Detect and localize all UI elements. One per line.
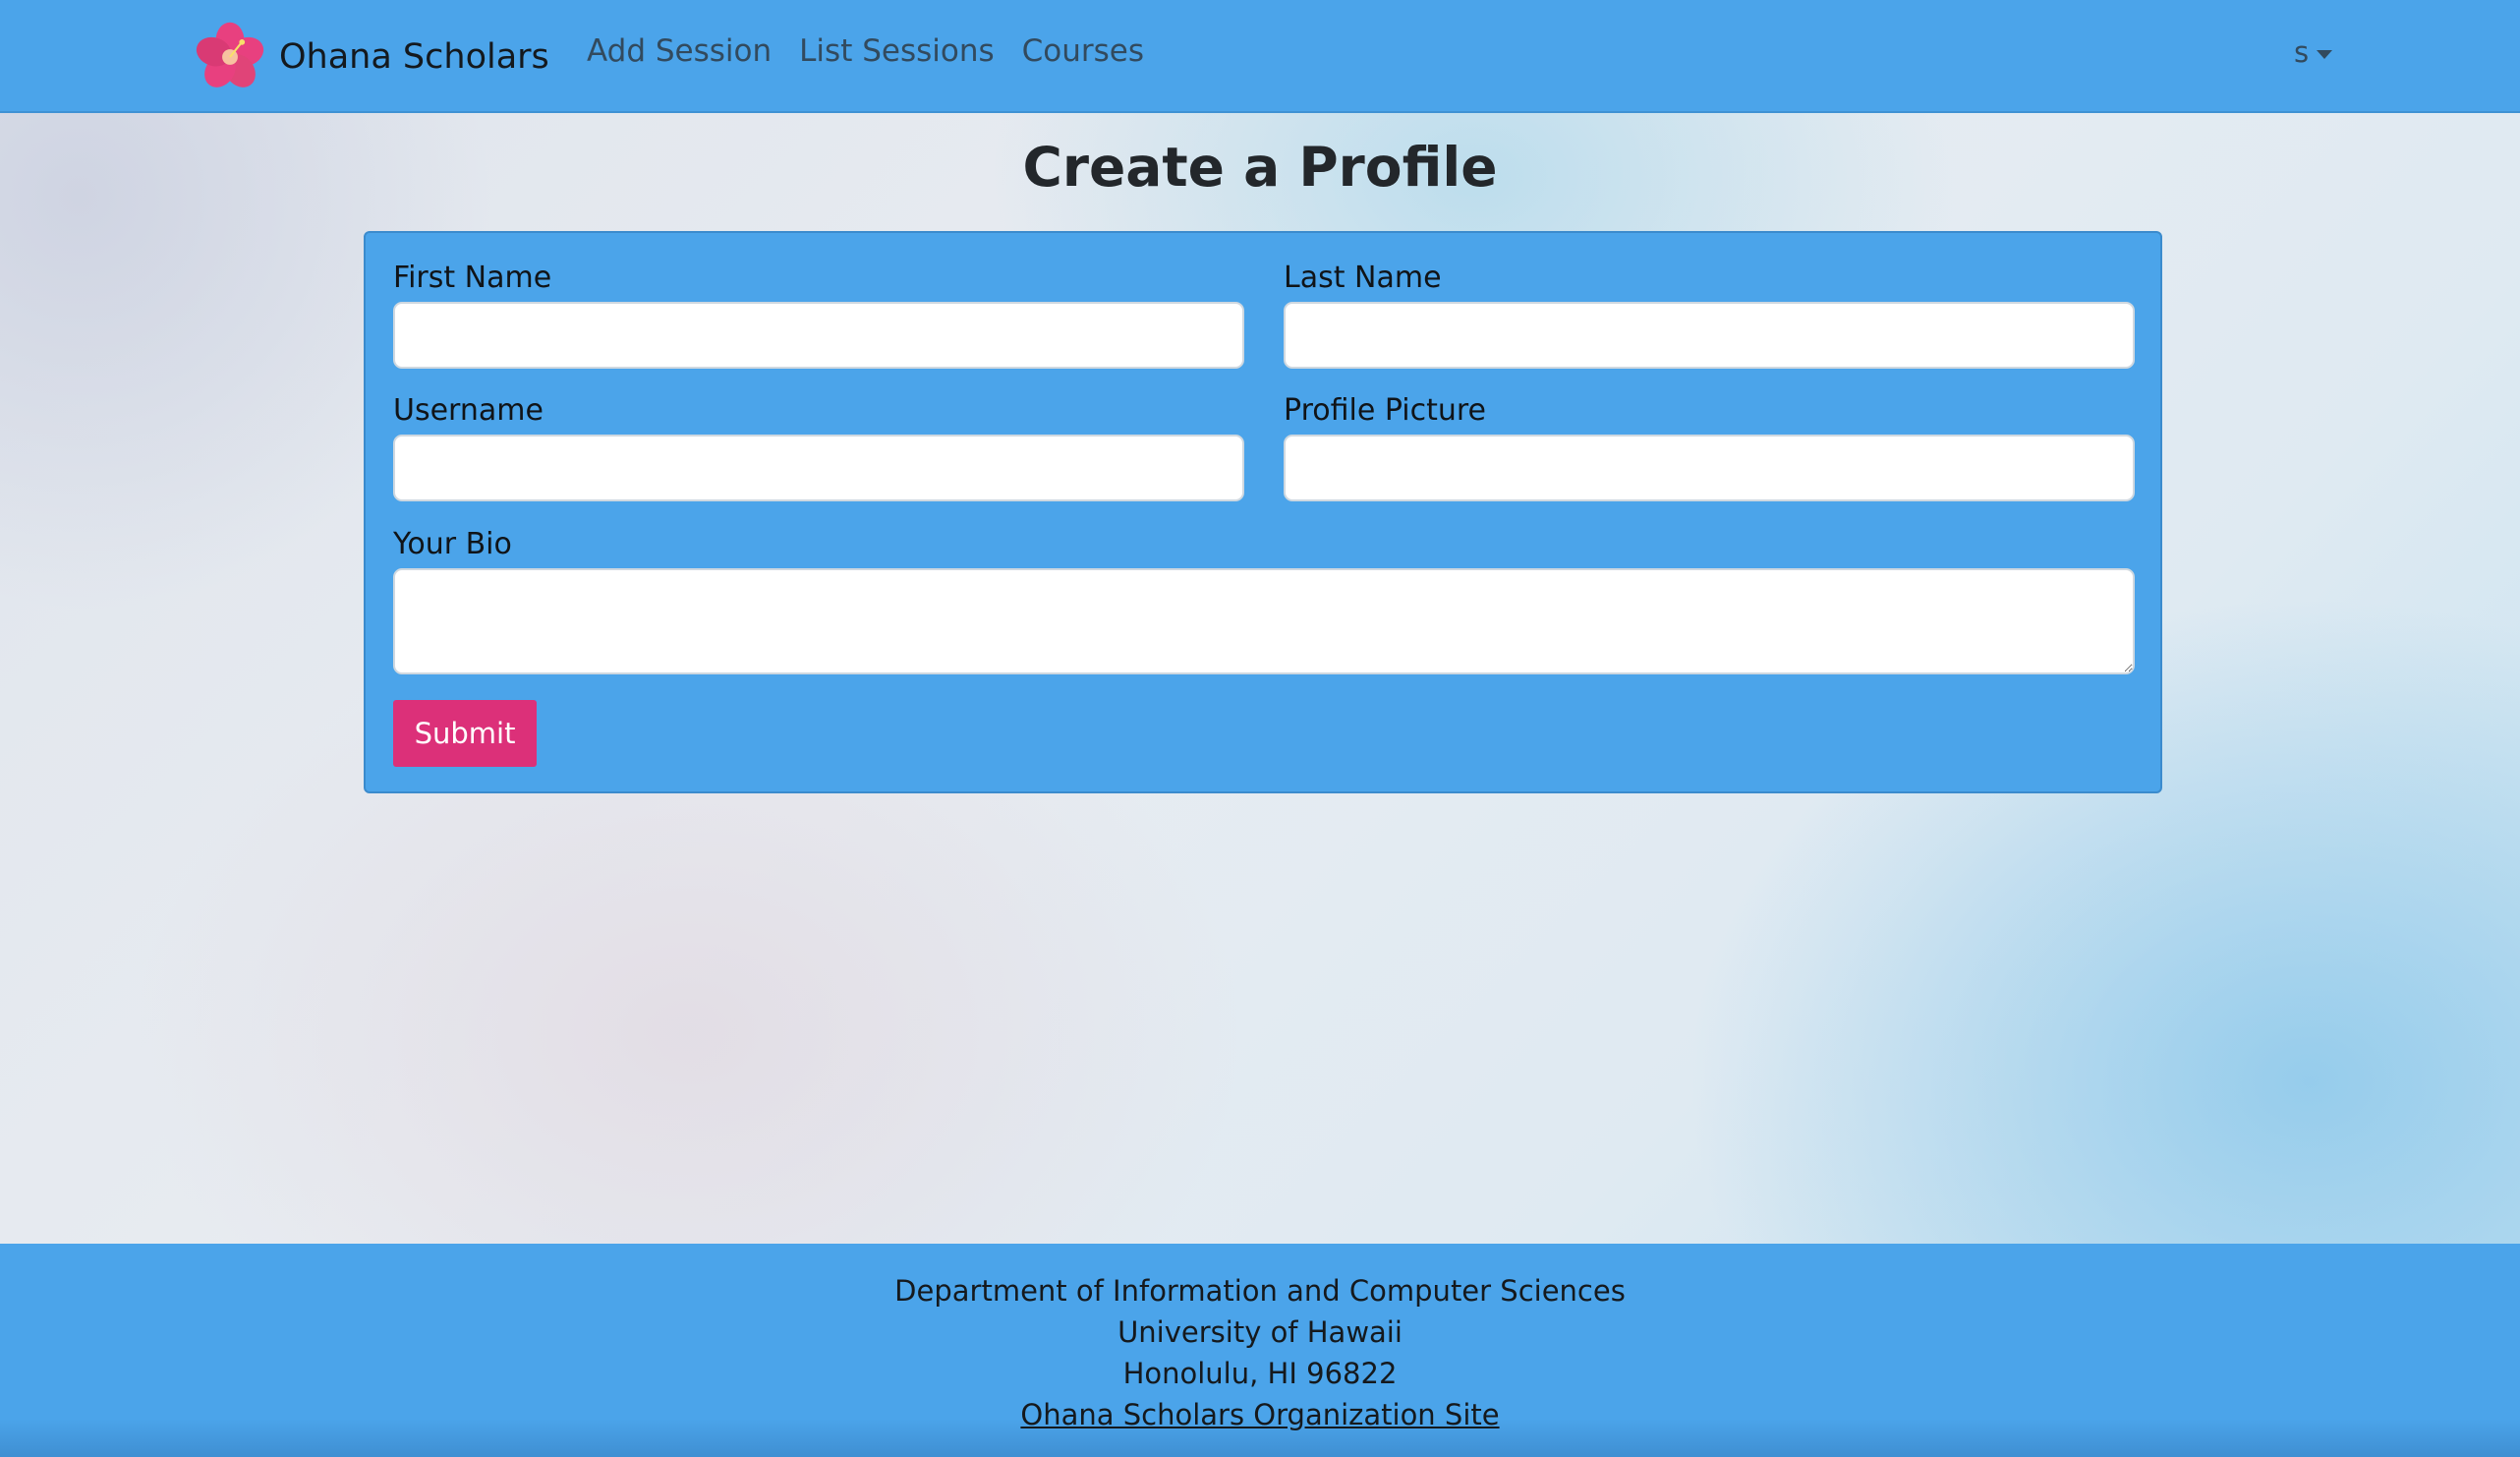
nav-link-courses[interactable]: Courses (1022, 33, 1144, 69)
nav-links: Add Session List Sessions Courses (587, 33, 1144, 69)
user-dropdown-label: s (2294, 35, 2310, 69)
footer-organization-link[interactable]: Ohana Scholars Organization Site (1020, 1398, 1499, 1431)
brand-name: Ohana Scholars (279, 37, 549, 77)
submit-button[interactable]: Submit (393, 700, 537, 767)
username-input[interactable] (393, 435, 1244, 501)
user-dropdown[interactable]: s (2294, 35, 2333, 69)
bio-label: Your Bio (393, 527, 512, 561)
nav-link-add-session[interactable]: Add Session (587, 33, 772, 69)
footer-university: University of Hawaii (1117, 1315, 1403, 1349)
brand-link[interactable]: Ohana Scholars (195, 20, 549, 94)
first-name-input[interactable] (393, 302, 1244, 369)
hibiscus-flower-icon (196, 22, 264, 87)
profile-picture-input[interactable] (1284, 435, 2135, 501)
top-navbar: Ohana Scholars Add Session List Sessions… (0, 0, 2520, 113)
last-name-label: Last Name (1284, 261, 1442, 295)
page-title: Create a Profile (1022, 136, 1498, 199)
footer-department: Department of Information and Computer S… (894, 1274, 1626, 1308)
profile-picture-label: Profile Picture (1284, 393, 1486, 428)
nav-link-list-sessions[interactable]: List Sessions (799, 33, 994, 69)
username-label: Username (393, 393, 544, 428)
first-name-label: First Name (393, 261, 552, 295)
caret-down-icon (2317, 49, 2333, 59)
page-footer: Department of Information and Computer S… (0, 1244, 2520, 1457)
create-profile-form: First Name Last Name Username Profile Pi… (364, 231, 2162, 793)
footer-city: Honolulu, HI 96822 (1122, 1357, 1398, 1390)
last-name-input[interactable] (1284, 302, 2135, 369)
footer-address: Department of Information and Computer S… (0, 1270, 2520, 1435)
bio-textarea[interactable] (393, 568, 2135, 674)
